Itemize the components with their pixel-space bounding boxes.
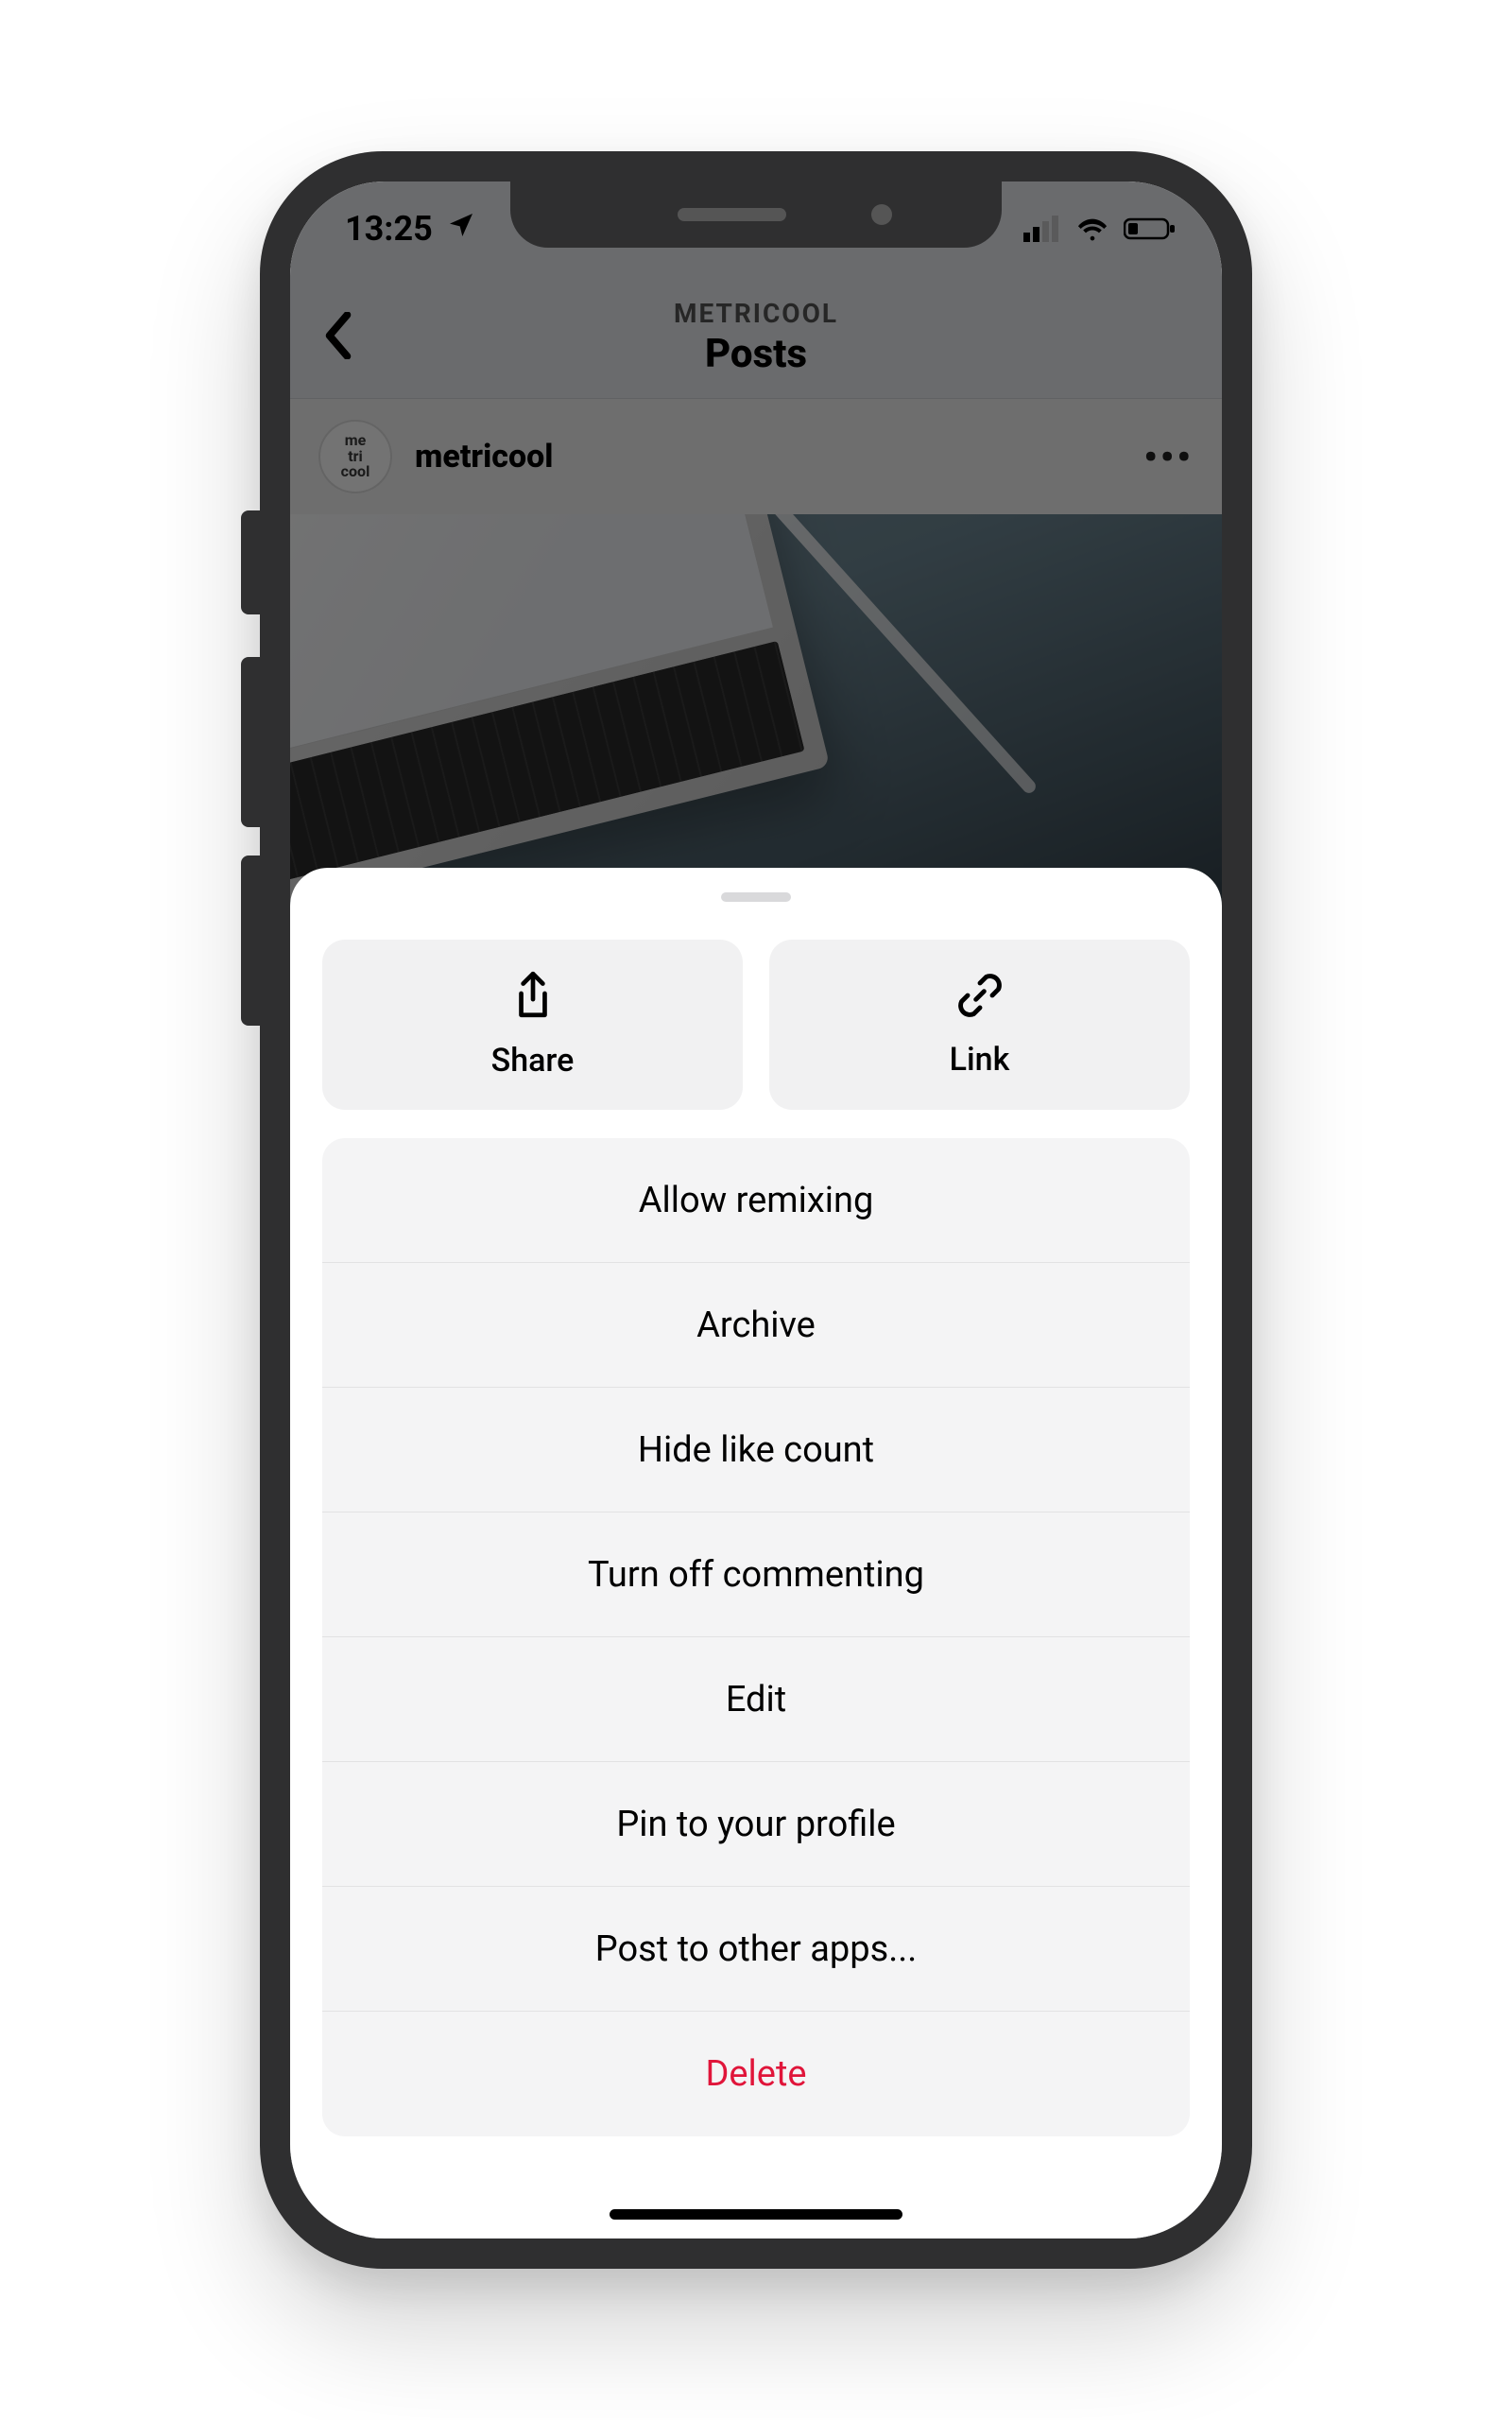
screen: 13:25 [290, 182, 1222, 2238]
menu-item-label: Edit [726, 1679, 786, 1720]
menu-hide-like-count[interactable]: Hide like count [322, 1388, 1190, 1512]
menu-archive[interactable]: Archive [322, 1263, 1190, 1388]
menu-item-label: Post to other apps... [595, 1928, 918, 1970]
share-icon [509, 970, 557, 1025]
menu-delete[interactable]: Delete [322, 2012, 1190, 2136]
canvas: 13:25 [0, 0, 1512, 2420]
share-label: Share [491, 1042, 575, 1080]
menu-item-label: Delete [705, 2053, 806, 2095]
share-button[interactable]: Share [322, 940, 743, 1110]
sheet-menu: Allow remixing Archive Hide like count T… [322, 1138, 1190, 2136]
menu-item-label: Allow remixing [639, 1180, 874, 1221]
menu-edit[interactable]: Edit [322, 1637, 1190, 1762]
menu-pin-to-profile[interactable]: Pin to your profile [322, 1762, 1190, 1887]
notch [510, 182, 1002, 248]
action-sheet: Share Link Allow re [290, 868, 1222, 2238]
side-button-volume-down [241, 856, 260, 1026]
sheet-grabber[interactable] [721, 892, 791, 902]
home-indicator[interactable] [610, 2209, 902, 2220]
menu-item-label: Hide like count [638, 1429, 874, 1471]
link-label: Link [950, 1041, 1010, 1079]
side-button-volume-up [241, 657, 260, 827]
menu-allow-remixing[interactable]: Allow remixing [322, 1138, 1190, 1263]
side-button-mute [241, 510, 260, 614]
link-icon [955, 971, 1005, 1024]
link-button[interactable]: Link [769, 940, 1190, 1110]
sheet-top-buttons: Share Link [322, 940, 1190, 1110]
menu-item-label: Turn off commenting [588, 1554, 924, 1596]
speaker-grille [678, 208, 786, 221]
phone-frame: 13:25 [260, 151, 1252, 2269]
menu-item-label: Archive [696, 1305, 816, 1346]
menu-turn-off-commenting[interactable]: Turn off commenting [322, 1512, 1190, 1637]
menu-post-to-other-apps[interactable]: Post to other apps... [322, 1887, 1190, 2012]
menu-item-label: Pin to your profile [616, 1804, 895, 1845]
front-camera [871, 204, 892, 225]
